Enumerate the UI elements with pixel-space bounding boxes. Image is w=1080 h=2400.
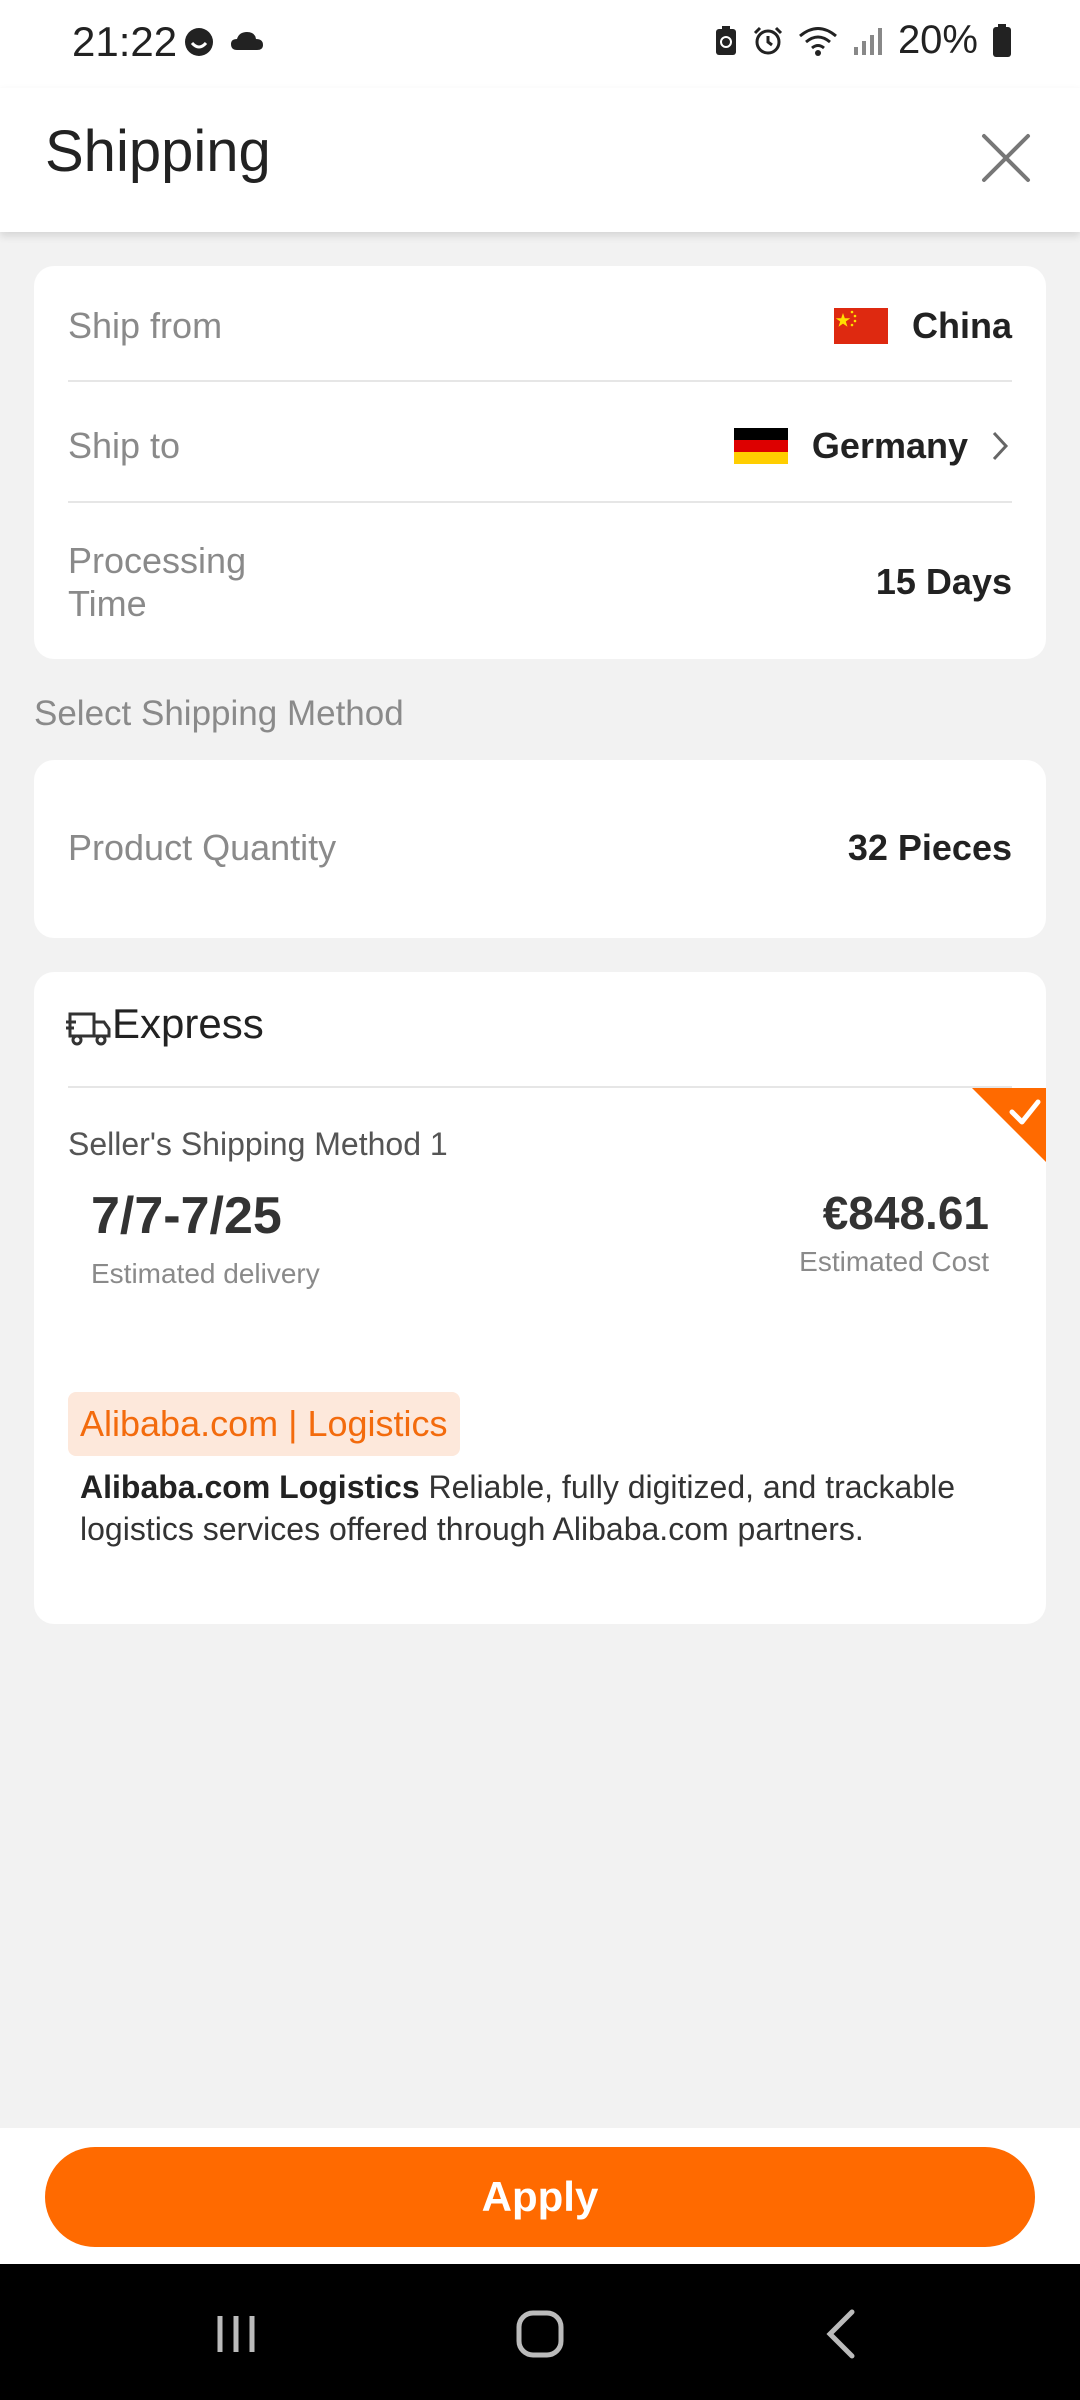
logistics-desc-bold: Alibaba.com Logistics: [80, 1469, 420, 1505]
back-button[interactable]: [802, 2294, 882, 2374]
home-button[interactable]: [500, 2294, 580, 2374]
apply-button[interactable]: Apply: [45, 2147, 1035, 2247]
processing-time-value: 15 Days: [875, 561, 1012, 602]
back-icon: [826, 2309, 855, 2359]
divider: [68, 380, 1012, 382]
face-icon: [185, 28, 213, 56]
signal-icon: [853, 27, 882, 55]
product-quantity-card: Product Quantity 32 Pieces: [34, 760, 1046, 938]
close-button[interactable]: [970, 122, 1042, 194]
alarm-icon: [753, 26, 782, 54]
close-icon: [982, 134, 1030, 182]
status-bar: 21:22 20%: [0, 0, 1080, 88]
ship-from-row: Ship from China: [68, 296, 1012, 356]
product-quantity-value: 32 Pieces: [847, 827, 1012, 868]
ship-to-row[interactable]: Ship to Germany: [68, 416, 1012, 476]
recent-apps-button[interactable]: [196, 2294, 276, 2374]
select-shipping-method-label: Select Shipping Method: [34, 694, 404, 733]
wifi-icon: [798, 26, 837, 56]
china-flag-icon: [833, 308, 888, 344]
estimated-price: €848.61: [822, 1187, 989, 1239]
truck-icon: [66, 1012, 111, 1046]
battery-percent: 20%: [897, 18, 978, 62]
logistics-description: Alibaba.com Logistics Reliable, fully di…: [80, 1466, 1010, 1550]
processing-time-row: Processing Time 15 Days: [68, 534, 1012, 630]
home-icon: [516, 2310, 564, 2358]
shipping-info-card: Ship from China Ship to Germany Processi…: [34, 266, 1046, 659]
cloud-icon: [231, 32, 263, 50]
ship-to-label: Ship to: [68, 425, 181, 466]
germany-flag-icon: [733, 428, 788, 464]
ship-to-value: Germany: [811, 425, 968, 466]
ship-to-value-wrap: Germany: [733, 425, 1012, 467]
method-title: Seller's Shipping Method 1: [68, 1126, 448, 1162]
status-left-icons: [183, 26, 265, 58]
product-quantity-row: Product Quantity 32 Pieces: [68, 818, 1012, 878]
express-title: Express: [112, 1000, 264, 1047]
status-right: 20%: [714, 18, 1012, 63]
selected-check-icon: [972, 1088, 1046, 1162]
ship-from-value: China: [911, 305, 1012, 346]
date-range: 7/7-7/25: [91, 1187, 282, 1245]
recent-apps-icon: [217, 2316, 255, 2352]
processing-time-label: Processing Time: [68, 540, 247, 624]
page-title: Shipping: [45, 119, 271, 184]
divider: [68, 501, 1012, 503]
battery-saver-icon: [715, 25, 736, 55]
estimated-cost-label: Estimated Cost: [799, 1246, 989, 1277]
navigation-bar: [0, 2264, 1080, 2400]
logistics-badge: Alibaba.com | Logistics: [68, 1392, 460, 1456]
header: Shipping: [0, 88, 1080, 232]
estimated-delivery-label: Estimated delivery: [91, 1258, 320, 1289]
ship-from-value-wrap: China: [833, 305, 1012, 347]
status-time: 21:22: [72, 18, 178, 65]
product-quantity-label: Product Quantity: [68, 827, 337, 868]
chevron-right-icon: [992, 431, 1009, 461]
ship-from-label: Ship from: [68, 305, 223, 346]
battery-icon: [993, 23, 1011, 57]
